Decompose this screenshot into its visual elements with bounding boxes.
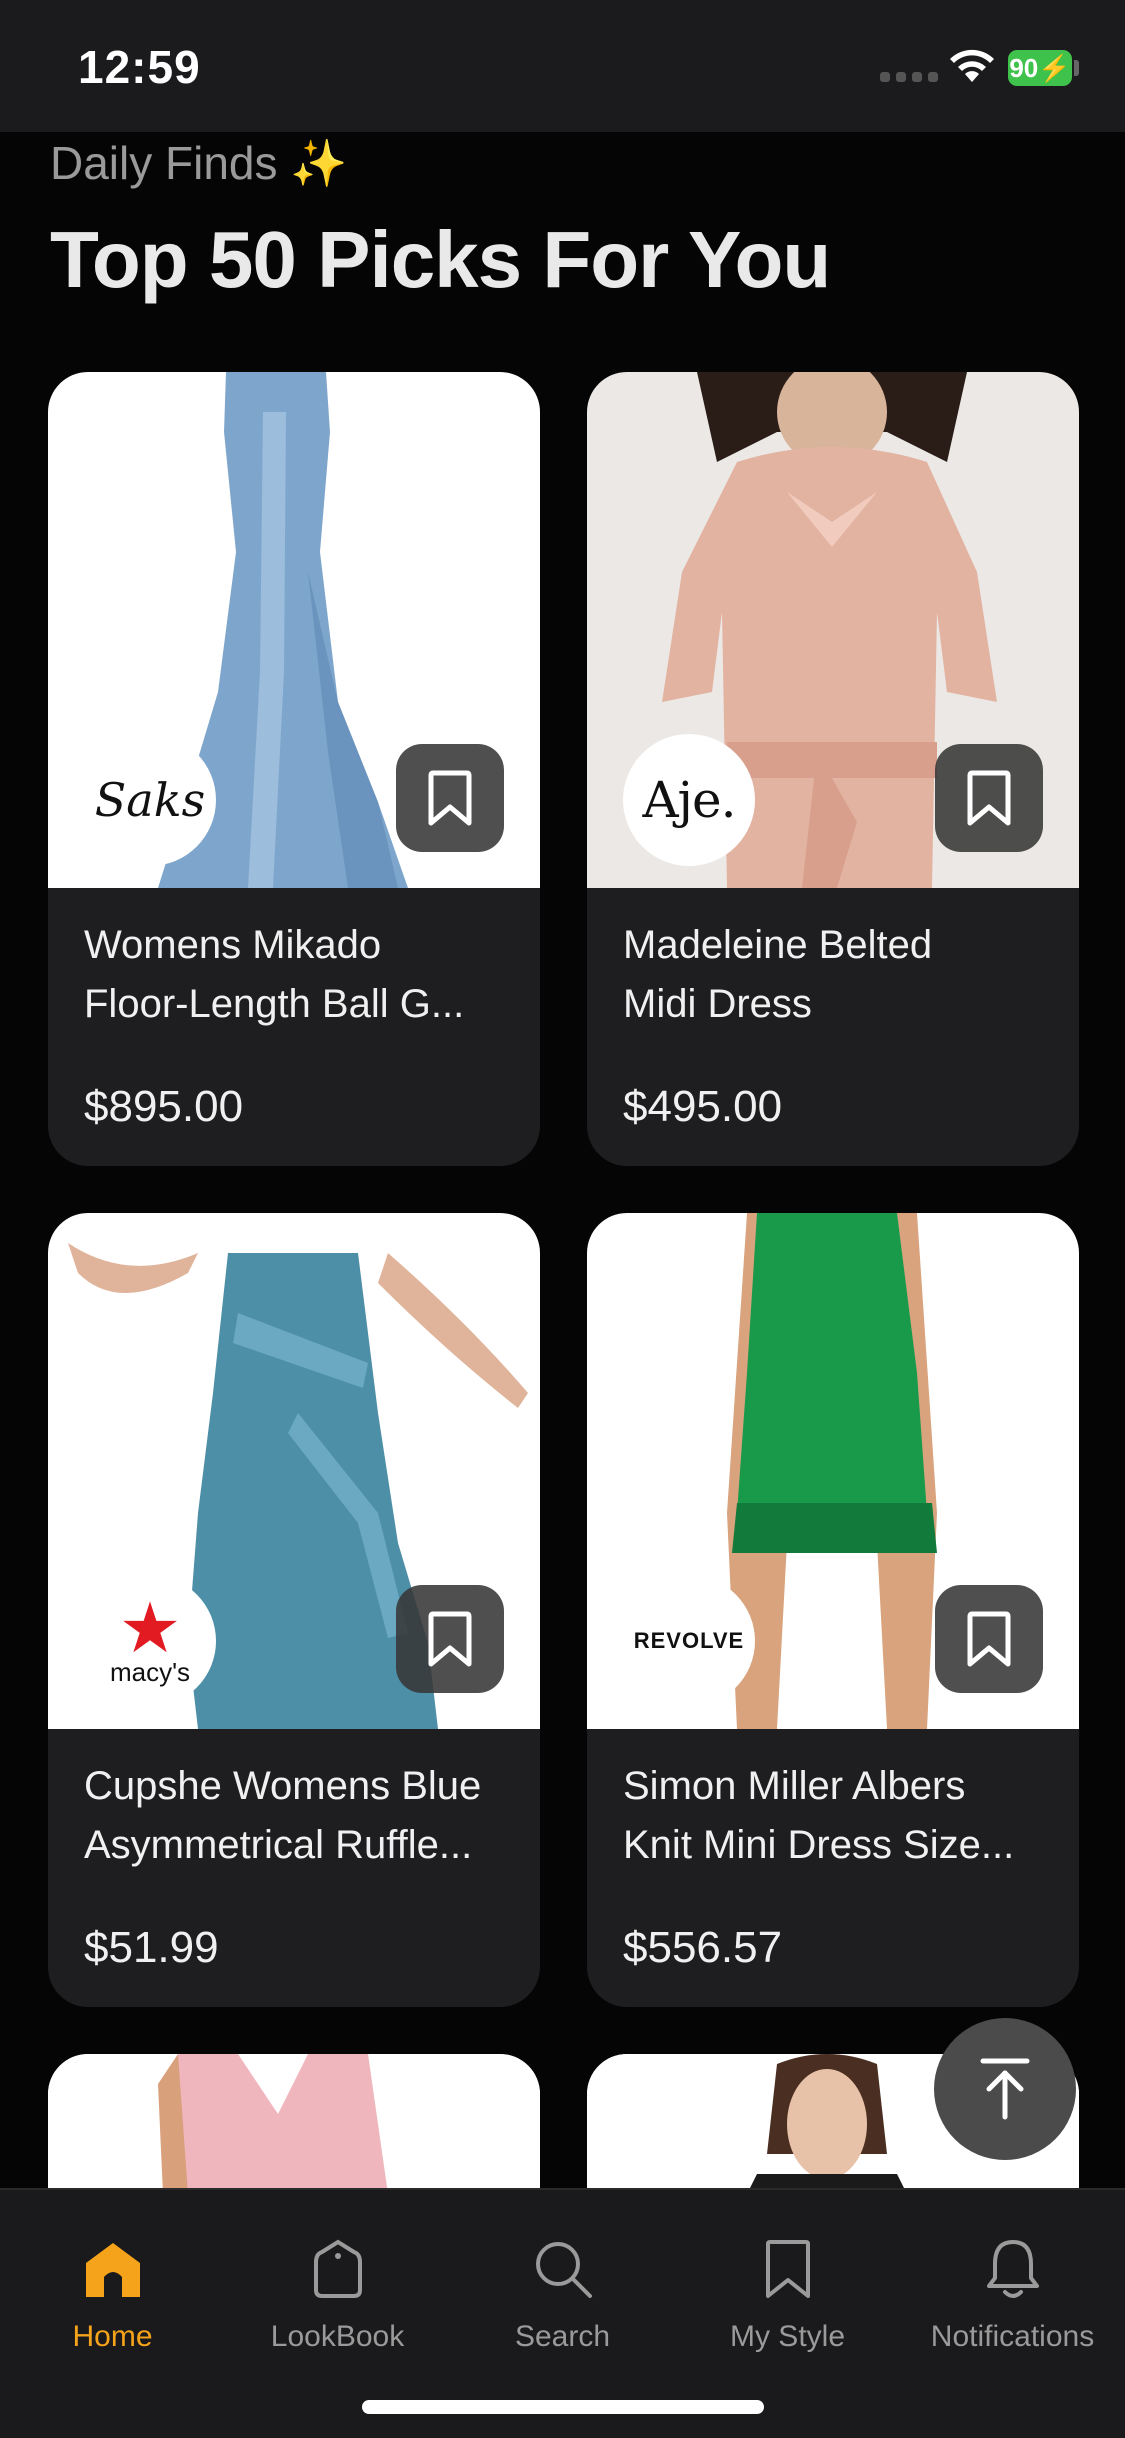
macys-star-icon: ★: [118, 1589, 182, 1667]
battery-tip: [1074, 60, 1079, 76]
home-indicator[interactable]: [362, 2400, 764, 2414]
product-image[interactable]: [48, 2054, 540, 2194]
tab-notifications[interactable]: Notifications: [900, 2190, 1125, 2360]
bookmark-icon: [428, 1611, 472, 1667]
tab-search[interactable]: Search: [450, 2190, 675, 2360]
battery-icon: 90 ⚡: [1008, 50, 1072, 86]
tab-label: Search: [514, 2320, 611, 2353]
scroll-to-top-button[interactable]: [934, 2018, 1076, 2160]
product-card[interactable]: REVOLVE Simon Miller Albers Knit Mini Dr…: [587, 1213, 1079, 2007]
product-card[interactable]: ★ macy's Cupshe Womens Blue Asymmetrical…: [48, 1213, 540, 2007]
bookmark-icon: [967, 770, 1011, 826]
tab-label: LookBook: [270, 2320, 405, 2353]
product-price: $895.00: [84, 1082, 244, 1131]
cellular-signal-icon: [880, 72, 938, 82]
wifi-icon: [950, 49, 994, 82]
eyebrow-text: Daily Finds: [50, 137, 278, 189]
bookmark-icon: [967, 1611, 1011, 1667]
tab-my-style[interactable]: My Style: [675, 2190, 900, 2360]
retailer-logo: REVOLVE: [623, 1575, 755, 1707]
arrow-up-to-top-icon: [980, 2058, 1030, 2120]
status-time: 12:59: [78, 41, 201, 93]
tag-icon: [305, 2236, 371, 2302]
retailer-name: macy's: [109, 1657, 191, 1687]
product-name[interactable]: Cupshe Womens Blue Asymmetrical Ruffle..…: [84, 1757, 514, 1875]
page-title: Top 50 Picks For You: [50, 215, 831, 304]
bookmark-button[interactable]: [935, 1585, 1043, 1693]
tab-label: Home: [72, 2320, 153, 2353]
product-card[interactable]: Aje. Madeleine Belted Midi Dress $495.00: [587, 372, 1079, 1166]
battery-level: 90: [1009, 52, 1039, 83]
retailer-logo: Aje.: [623, 734, 755, 866]
product-name[interactable]: Simon Miller Albers Knit Mini Dress Size…: [623, 1757, 1053, 1875]
bookmark-button[interactable]: [396, 744, 504, 852]
tab-bar: Home LookBook Search My Style Notificati…: [0, 2188, 1125, 2438]
bookmark-icon: [755, 2236, 821, 2302]
product-name[interactable]: Madeleine Belted Midi Dress: [623, 916, 1053, 1034]
product-card-partial[interactable]: [48, 2054, 540, 2194]
retailer-logo: Saks: [84, 734, 216, 866]
tab-lookbook[interactable]: LookBook: [225, 2190, 450, 2360]
home-icon: [80, 2236, 146, 2302]
product-price: $495.00: [623, 1082, 783, 1131]
bell-icon: [980, 2236, 1046, 2302]
retailer-logo: ★ macy's: [84, 1575, 216, 1707]
sparkle-icon: ✨: [290, 137, 348, 189]
product-price: $51.99: [84, 1923, 219, 1972]
search-icon: [530, 2236, 596, 2302]
product-card[interactable]: Saks Womens Mikado Floor-Length Ball G..…: [48, 372, 540, 1166]
bookmark-button[interactable]: [935, 744, 1043, 852]
status-bar: 12:59 90 ⚡: [0, 0, 1125, 132]
product-name[interactable]: Womens Mikado Floor-Length Ball G...: [84, 916, 514, 1034]
section-eyebrow: Daily Finds ✨: [50, 136, 348, 191]
tab-home[interactable]: Home: [0, 2190, 225, 2360]
bookmark-icon: [428, 770, 472, 826]
tab-label: Notifications: [930, 2320, 1095, 2353]
tab-label: My Style: [729, 2320, 846, 2353]
bookmark-button[interactable]: [396, 1585, 504, 1693]
product-price: $556.57: [623, 1923, 783, 1972]
